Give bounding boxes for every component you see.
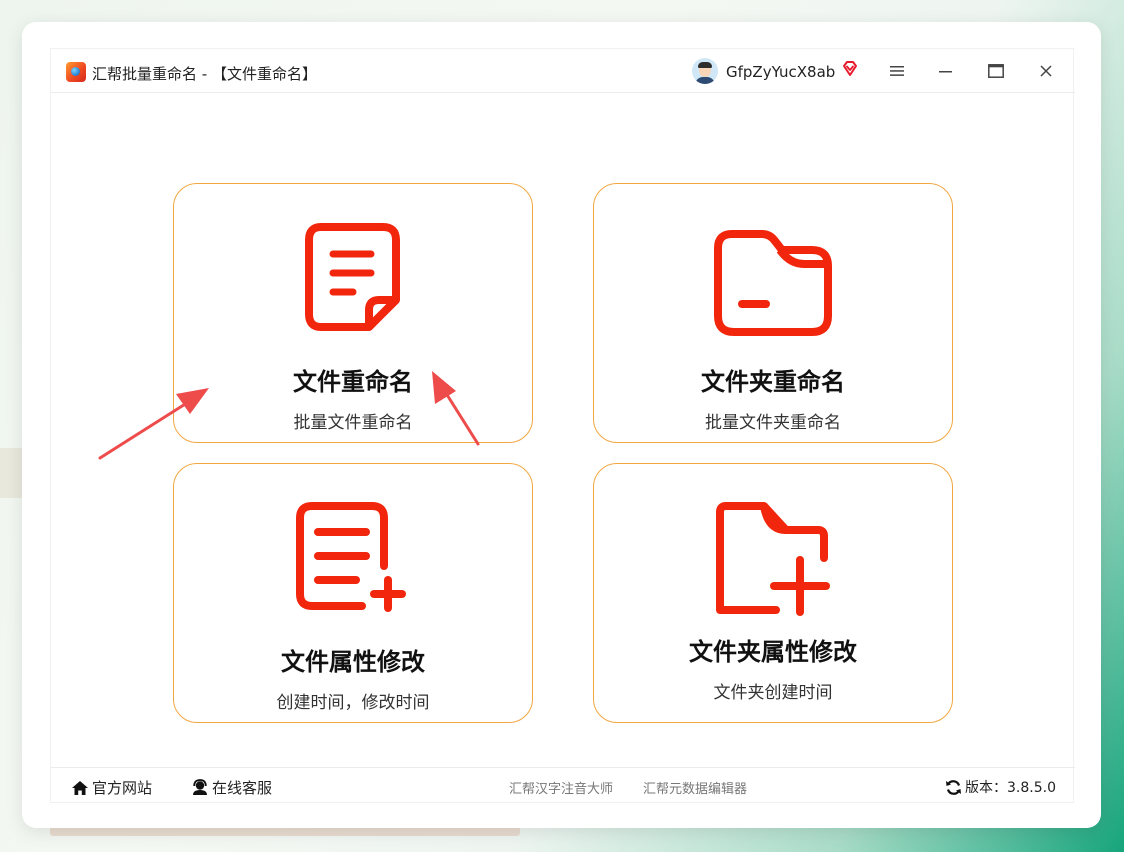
file-add-icon: [296, 502, 406, 612]
minimize-icon: [939, 71, 952, 73]
footer-bar: 官方网站 在线客服 汇帮汉字注音大师 汇帮元数据编辑器 版本：3.8.5.0: [51, 767, 1075, 804]
online-service-link[interactable]: 在线客服: [191, 777, 272, 798]
version-label: 版本：3.8.5.0: [965, 780, 1056, 796]
refresh-icon: [946, 779, 961, 795]
card-folder-attributes[interactable]: 文件夹属性修改 文件夹创建时间: [593, 463, 953, 723]
card-title: 文件属性修改: [281, 648, 425, 676]
customer-service-icon: [193, 779, 207, 795]
home-icon: [72, 780, 88, 795]
app-window: 汇帮批量重命名 - 【文件重命名】 GfpZyYucX8ab 文件重命名 批量文…: [22, 22, 1101, 828]
user-avatar[interactable]: [692, 58, 718, 84]
version-info[interactable]: 版本：3.8.5.0: [945, 777, 1056, 797]
hamburger-icon: [890, 66, 904, 76]
card-title: 文件夹重命名: [701, 368, 845, 396]
minimize-button[interactable]: [933, 59, 959, 83]
app-logo-icon: [66, 62, 86, 82]
folder-icon: [714, 230, 832, 336]
card-subtitle: 批量文件重命名: [293, 413, 413, 433]
maximize-icon: [988, 64, 1004, 78]
vip-diamond-icon[interactable]: [840, 59, 860, 79]
official-website-label: 官方网站: [92, 779, 153, 797]
card-subtitle: 批量文件夹重命名: [705, 413, 841, 433]
pinyin-master-link[interactable]: 汇帮汉字注音大师: [509, 778, 613, 797]
window-title: 汇帮批量重命名 - 【文件重命名】: [92, 65, 317, 83]
title-bar[interactable]: 汇帮批量重命名 - 【文件重命名】 GfpZyYucX8ab: [51, 49, 1075, 93]
close-button[interactable]: [1033, 59, 1059, 83]
menu-button[interactable]: [884, 59, 910, 83]
card-file-attributes[interactable]: 文件属性修改 创建时间，修改时间: [173, 463, 533, 723]
card-title: 文件重命名: [293, 368, 413, 396]
card-file-rename[interactable]: 文件重命名 批量文件重命名: [173, 183, 533, 443]
window-content: 汇帮批量重命名 - 【文件重命名】 GfpZyYucX8ab 文件重命名 批量文…: [50, 48, 1075, 804]
official-website-link[interactable]: 官方网站: [71, 777, 152, 798]
card-folder-rename[interactable]: 文件夹重命名 批量文件夹重命名: [593, 183, 953, 443]
card-subtitle: 创建时间，修改时间: [276, 693, 430, 713]
online-service-label: 在线客服: [212, 779, 273, 797]
file-document-icon: [305, 223, 400, 331]
username-label[interactable]: GfpZyYucX8ab: [726, 63, 835, 81]
maximize-button[interactable]: [983, 59, 1009, 83]
card-subtitle: 文件夹创建时间: [713, 683, 833, 703]
metadata-editor-link[interactable]: 汇帮元数据编辑器: [643, 778, 747, 797]
close-icon: [1040, 65, 1052, 77]
card-title: 文件夹属性修改: [689, 638, 857, 666]
folder-add-icon: [716, 502, 830, 616]
